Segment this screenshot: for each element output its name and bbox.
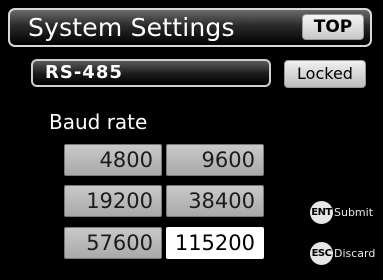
baud-option-9600[interactable]: 9600 — [166, 144, 264, 176]
settings-screen: System Settings TOP RS-485 Locked Baud r… — [0, 0, 383, 280]
page-title: System Settings — [28, 13, 235, 42]
baud-option-38400[interactable]: 38400 — [166, 185, 264, 217]
submit-label: Submit — [334, 206, 374, 219]
lock-button[interactable]: Locked — [284, 60, 366, 88]
baud-option-57600[interactable]: 57600 — [64, 227, 162, 259]
baud-option-4800[interactable]: 4800 — [64, 144, 162, 176]
port-label: RS-485 — [45, 62, 123, 83]
ent-key-icon: ENT — [310, 201, 333, 224]
baud-option-115200[interactable]: 115200 — [166, 227, 264, 259]
baud-rate-label: Baud rate — [49, 110, 148, 134]
discard-control[interactable]: ESC Discard — [310, 242, 376, 265]
title-bar: System Settings TOP — [8, 8, 372, 47]
port-selector[interactable]: RS-485 — [31, 59, 271, 87]
baud-option-19200[interactable]: 19200 — [64, 185, 162, 217]
discard-label: Discard — [334, 247, 376, 260]
top-button[interactable]: TOP — [302, 14, 364, 40]
submit-control[interactable]: ENT Submit — [310, 201, 374, 224]
esc-key-icon: ESC — [310, 242, 333, 265]
